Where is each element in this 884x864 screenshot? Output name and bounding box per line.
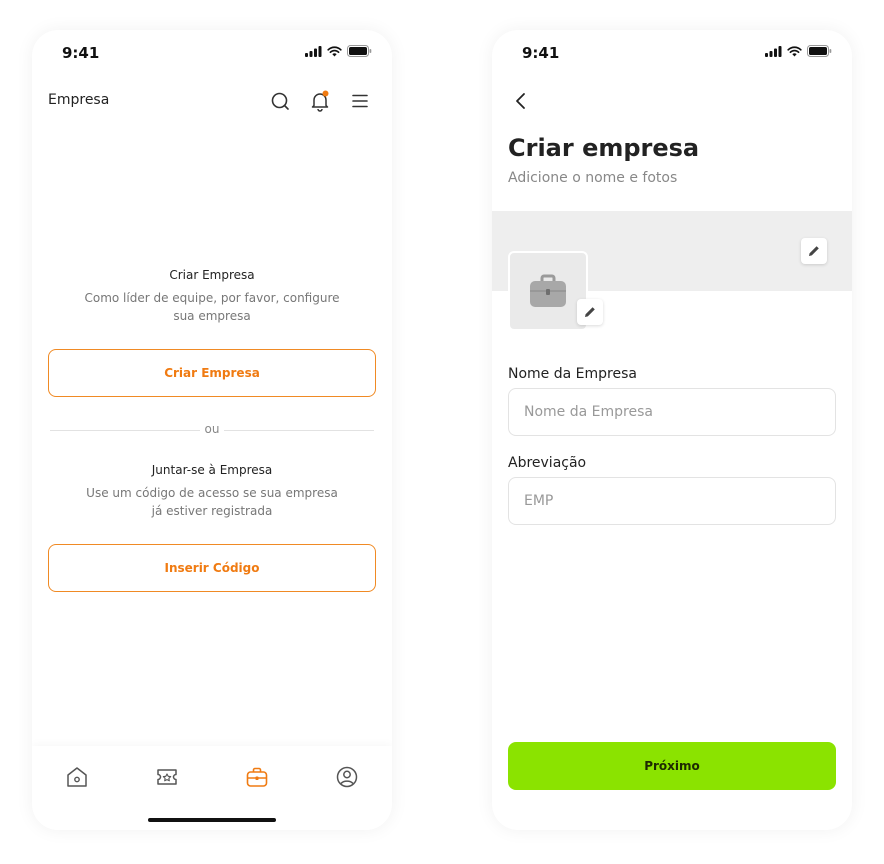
cellular-signal-icon (765, 45, 782, 57)
create-company-description: Como líder de equipe, por favor, configu… (84, 291, 340, 323)
company-logo[interactable] (508, 251, 588, 331)
briefcase-icon (530, 274, 566, 307)
create-company-title: Criar Empresa (169, 268, 255, 282)
company-name-label: Nome da Empresa (508, 366, 637, 382)
bottom-tab-bar (32, 746, 392, 830)
divider-right (224, 430, 374, 431)
cellular-signal-icon (305, 45, 322, 57)
status-time: 9:41 (522, 44, 560, 62)
wifi-icon (787, 45, 802, 56)
page-title: Criar empresa (508, 134, 700, 162)
header-title: Empresa (48, 92, 110, 108)
battery-icon (347, 45, 372, 57)
join-company-description: Use um código de acesso se sua empresa j… (86, 486, 338, 518)
user-icon[interactable] (334, 764, 360, 790)
briefcase-icon[interactable] (244, 764, 270, 790)
status-icons (765, 45, 832, 57)
page-subtitle: Adicione o nome e fotos (508, 170, 678, 186)
pencil-icon (585, 307, 595, 317)
company-name-input[interactable] (508, 388, 836, 436)
ticket-icon[interactable] (154, 764, 180, 790)
create-company-screen: 9:41 Criar empresa Adicione o nome e fot… (492, 30, 852, 830)
abbreviation-input[interactable] (508, 477, 836, 525)
menu-icon[interactable] (349, 90, 371, 112)
enter-code-button[interactable]: Inserir Código (48, 544, 376, 592)
home-icon[interactable] (64, 764, 90, 790)
join-company-title: Juntar-se à Empresa (151, 463, 273, 477)
battery-icon (807, 45, 832, 57)
notification-bell-icon[interactable] (309, 90, 331, 112)
create-company-button[interactable]: Criar Empresa (48, 349, 376, 397)
next-button[interactable]: Próximo (508, 742, 836, 790)
divider-label: ou (204, 422, 220, 436)
back-chevron-icon[interactable] (510, 90, 532, 112)
edit-cover-button[interactable] (801, 238, 827, 264)
pencil-icon (809, 246, 819, 256)
status-icons (305, 45, 372, 57)
abbreviation-label: Abreviação (508, 455, 587, 471)
search-icon[interactable] (269, 90, 291, 112)
wifi-icon (327, 45, 342, 56)
home-indicator (148, 818, 276, 822)
status-time: 9:41 (62, 44, 100, 62)
edit-logo-button[interactable] (577, 299, 603, 325)
company-screen: 9:41 Empresa Criar Empresa Como líder de… (32, 30, 392, 830)
